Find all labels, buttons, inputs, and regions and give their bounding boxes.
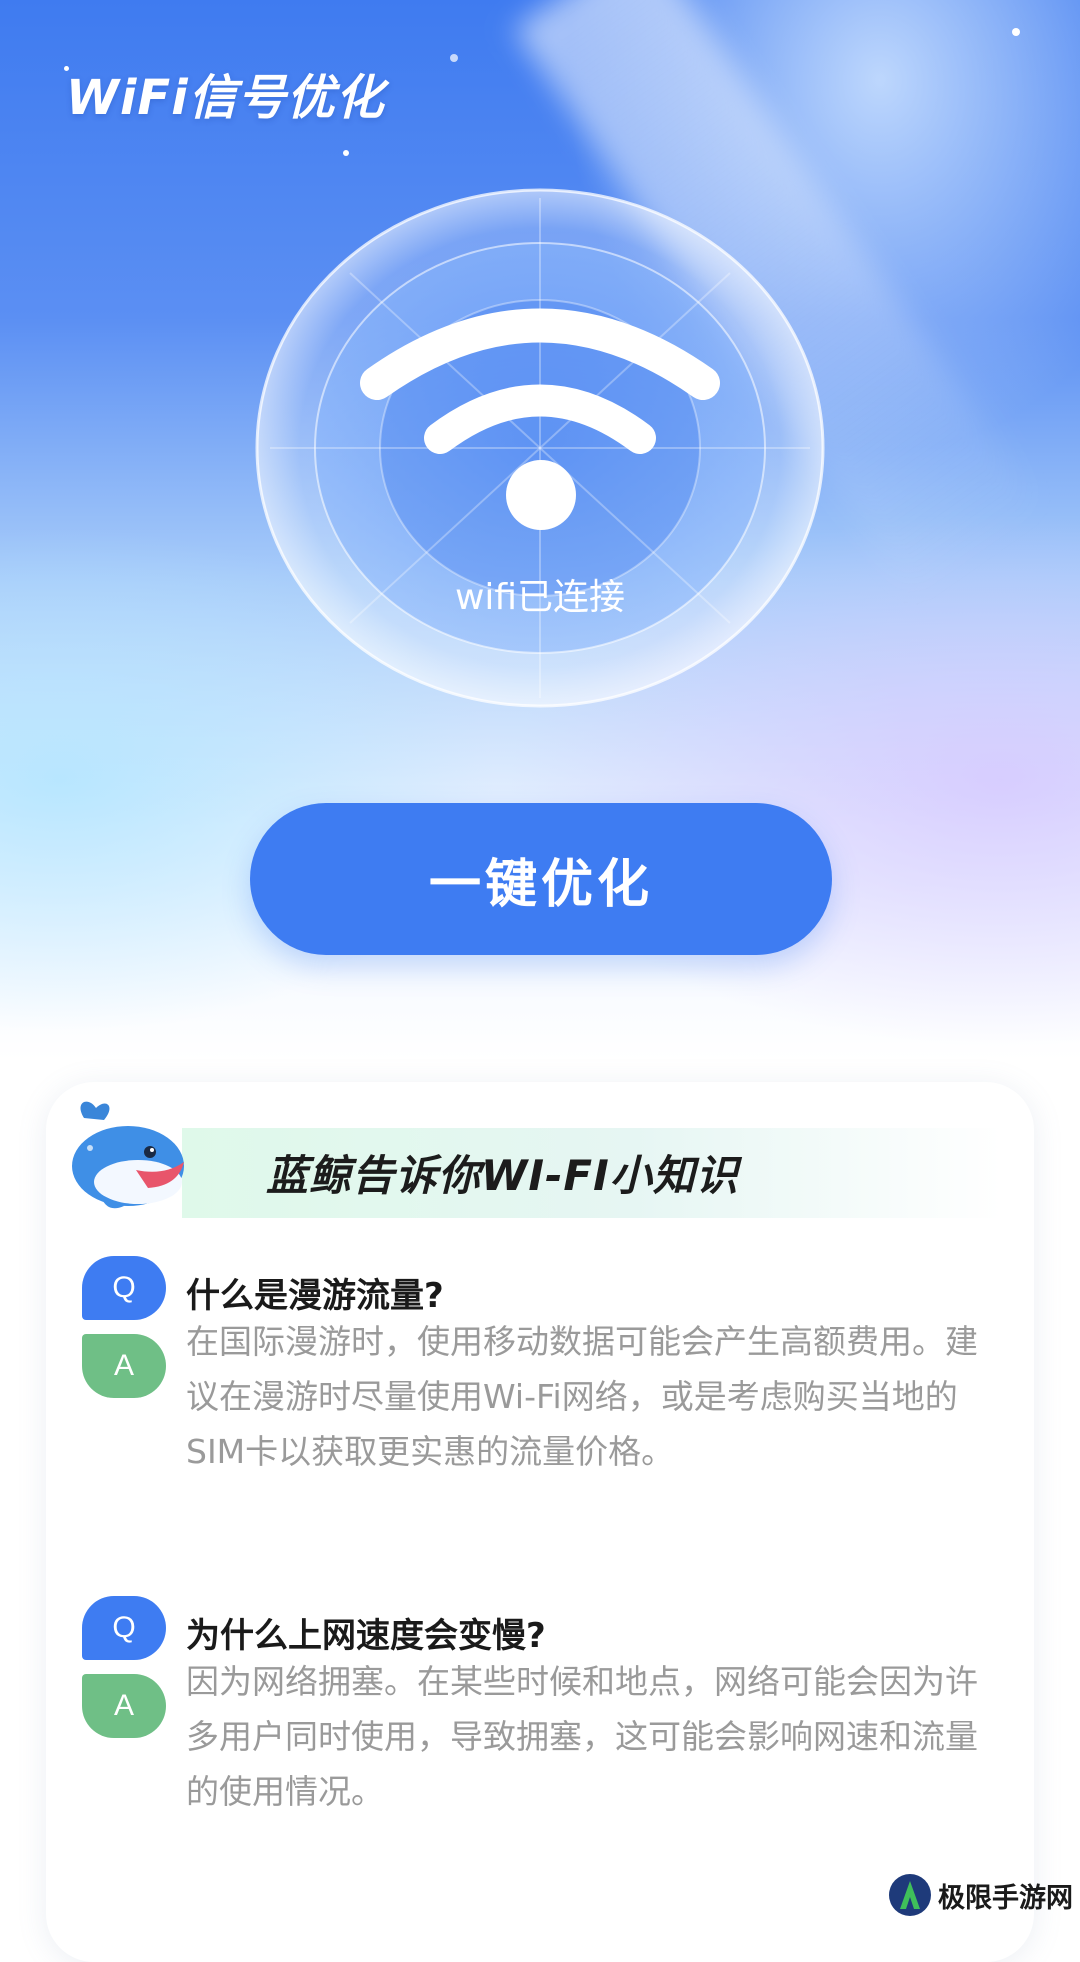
wifi-dot — [506, 460, 576, 530]
wifi-tips-card: 蓝鲸告诉你WI-FI小知识 Q 什么是漫游流量? A 在国际漫游时，使用移动数据… — [46, 1082, 1034, 1962]
watermark-text: 极限手游网 — [938, 1882, 1073, 1914]
question-badge: Q — [82, 1596, 166, 1660]
qa-item: Q 为什么上网速度会变慢? A 因为网络拥塞。在某些时候和地点，网络可能会因为许… — [82, 1596, 1002, 1856]
wifi-status-dial: wifi已连接 — [255, 188, 825, 708]
sparkle-star — [343, 150, 349, 156]
answer-badge: A — [82, 1674, 166, 1738]
answer-badge: A — [82, 1334, 166, 1398]
connection-status-label: wifi已连接 — [454, 577, 626, 618]
sparkle-star — [1012, 28, 1020, 36]
question-badge: Q — [82, 1256, 166, 1320]
question-text: 什么是漫游流量? — [186, 1276, 444, 1316]
card-header: 蓝鲸告诉你WI-FI小知识 — [66, 1090, 1006, 1220]
site-watermark: 极限手游网 — [888, 1872, 1073, 1918]
dial-crosshair-lines — [270, 198, 810, 698]
answer-text: 在国际漫游时，使用移动数据可能会产生高额费用。建议在漫游时尽量使用Wi-Fi网络… — [186, 1322, 978, 1471]
watermark-logo-icon — [889, 1874, 931, 1916]
question-text: 为什么上网速度会变慢? — [186, 1616, 546, 1656]
card-title: 蓝鲸告诉你WI-FI小知识 — [266, 1151, 739, 1200]
one-click-optimize-button[interactable]: 一键优化 — [250, 803, 832, 955]
answer-text: 因为网络拥塞。在某些时候和地点，网络可能会因为许多用户同时使用，导致拥塞，这可能… — [186, 1662, 978, 1811]
qa-item: Q 什么是漫游流量? A 在国际漫游时，使用移动数据可能会产生高额费用。建议在漫… — [82, 1256, 1002, 1556]
sparkle-star — [450, 54, 458, 62]
whale-mascot-icon — [66, 1090, 196, 1220]
app-title: WiFi信号优化 — [66, 70, 385, 126]
